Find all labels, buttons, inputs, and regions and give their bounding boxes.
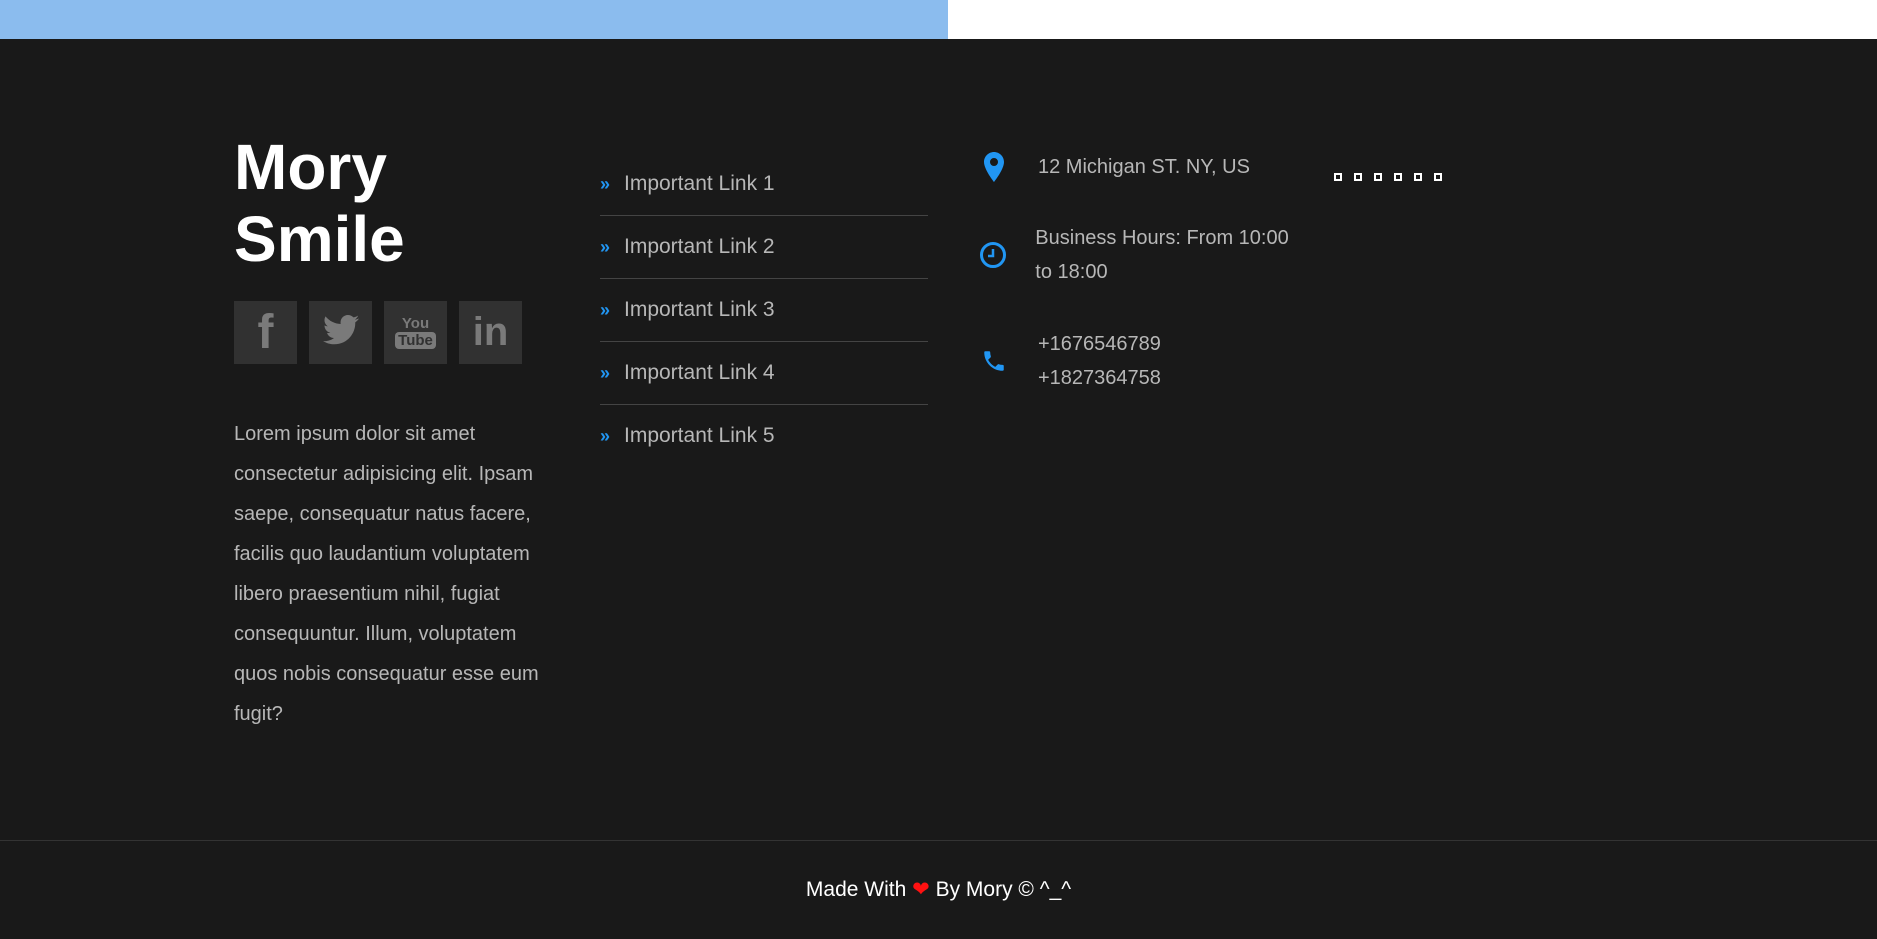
footer-link-label: Important Link 1 bbox=[624, 172, 775, 195]
double-chevron-right-icon: » bbox=[600, 236, 611, 257]
footer-link-1[interactable]: » Important Link 1 bbox=[600, 153, 928, 216]
links-column: » Important Link 1 » Important Link 2 » … bbox=[600, 165, 928, 467]
facebook-link[interactable]: f bbox=[234, 301, 297, 364]
phone-row: +1676546789 +1827364758 bbox=[970, 327, 1290, 395]
about-text: Lorem ipsum dolor sit amet consectetur a… bbox=[234, 423, 539, 725]
double-chevron-right-icon: » bbox=[600, 299, 611, 320]
gallery-thumbnail[interactable] bbox=[1414, 173, 1422, 181]
site-footer: Mory Smile f You Tube in Lorem ipsum dol… bbox=[0, 39, 1877, 929]
copyright-bar: Made With ❤ By Mory © ^_^ bbox=[0, 840, 1877, 930]
phone-number-1[interactable]: +1676546789 bbox=[1038, 327, 1161, 361]
footer-link-3[interactable]: » Important Link 3 bbox=[600, 279, 928, 342]
clock-icon bbox=[970, 241, 1015, 269]
top-progress-bar bbox=[0, 0, 1877, 39]
gallery-thumbnail[interactable] bbox=[1434, 173, 1442, 181]
social-links: f You Tube in bbox=[234, 301, 564, 364]
footer-link-label: Important Link 4 bbox=[624, 361, 775, 384]
double-chevron-right-icon: » bbox=[600, 173, 611, 194]
footer-link-label: Important Link 3 bbox=[624, 298, 775, 321]
youtube-icon: You Tube bbox=[395, 316, 436, 349]
gallery-thumbnail[interactable] bbox=[1394, 173, 1402, 181]
footer-link-5[interactable]: » Important Link 5 bbox=[600, 405, 928, 467]
phone-number-2[interactable]: +1827364758 bbox=[1038, 361, 1161, 395]
address-row: 12 Michigan ST. NY, US bbox=[970, 150, 1290, 184]
gallery-thumbnails bbox=[1334, 173, 1442, 181]
gallery-thumbnail[interactable] bbox=[1334, 173, 1342, 181]
contact-column: 12 Michigan ST. NY, US Business Hours: F… bbox=[970, 152, 1290, 395]
gallery-thumbnail[interactable] bbox=[1374, 173, 1382, 181]
gallery-thumbnail[interactable] bbox=[1354, 173, 1362, 181]
heart-icon: ❤ bbox=[912, 878, 930, 901]
phone-numbers: +1676546789 +1827364758 bbox=[1038, 327, 1161, 395]
hours-row: Business Hours: From 10:00 to 18:00 bbox=[970, 221, 1290, 289]
by-author-text: By Mory © ^_^ bbox=[935, 878, 1072, 901]
facebook-icon: f bbox=[257, 306, 274, 359]
address-text: 12 Michigan ST. NY, US bbox=[1038, 156, 1250, 178]
footer-link-4[interactable]: » Important Link 4 bbox=[600, 342, 928, 405]
hours-text: Business Hours: From 10:00 to 18:00 bbox=[1035, 227, 1289, 283]
youtube-link[interactable]: You Tube bbox=[384, 301, 447, 364]
linkedin-icon: in bbox=[472, 310, 509, 354]
brand-title: Mory Smile bbox=[234, 131, 405, 275]
map-pin-icon bbox=[970, 152, 1018, 182]
double-chevron-right-icon: » bbox=[600, 425, 611, 446]
progress-fill bbox=[0, 0, 948, 39]
made-with-text: Made With bbox=[805, 878, 907, 901]
linkedin-link[interactable]: in bbox=[459, 301, 522, 364]
brand-column: Mory Smile f You Tube in Lorem ipsum dol… bbox=[234, 131, 564, 734]
phone-icon bbox=[970, 348, 1018, 374]
twitter-icon bbox=[322, 315, 359, 350]
footer-link-label: Important Link 2 bbox=[624, 235, 775, 258]
footer-link-label: Important Link 5 bbox=[624, 424, 775, 447]
double-chevron-right-icon: » bbox=[600, 362, 611, 383]
footer-link-2[interactable]: » Important Link 2 bbox=[600, 216, 928, 279]
twitter-link[interactable] bbox=[309, 301, 372, 364]
